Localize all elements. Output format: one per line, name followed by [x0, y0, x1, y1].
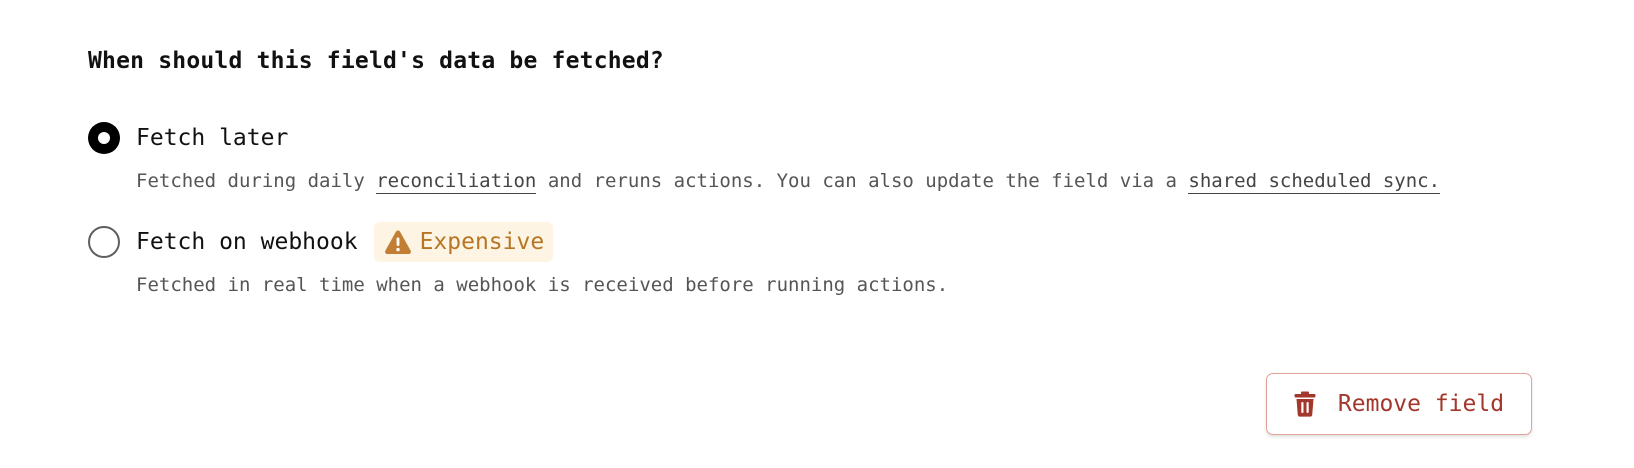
remove-field-label: Remove field	[1337, 391, 1505, 417]
option-label-fetch-later[interactable]: Fetch later	[136, 125, 288, 151]
description-text: Fetched during daily	[136, 170, 377, 192]
badge-label: Expensive	[419, 229, 545, 255]
warning-icon	[384, 229, 412, 255]
description-text: and reruns actions. You can also update …	[536, 170, 1189, 192]
option-fetch-later[interactable]: Fetch later Fetched during daily reconci…	[88, 118, 1441, 194]
option-description-fetch-on-webhook: Fetched in real time when a webhook is r…	[136, 274, 949, 296]
expensive-badge: Expensive	[373, 222, 554, 262]
radio-selected-dot	[98, 132, 110, 144]
remove-field-button[interactable]: Remove field	[1266, 373, 1532, 435]
trash-icon	[1294, 391, 1316, 417]
option-fetch-on-webhook[interactable]: Fetch on webhook Expensive Fetched in re…	[88, 222, 948, 296]
option-description-fetch-later: Fetched during daily reconciliation and …	[136, 170, 1441, 194]
question-heading: When should this field's data be fetched…	[88, 48, 664, 74]
reconciliation-link[interactable]: reconciliation	[376, 170, 537, 194]
radio-fetch-later[interactable]	[88, 122, 120, 154]
radio-fetch-on-webhook[interactable]	[88, 226, 120, 258]
shared-scheduled-sync-link[interactable]: shared scheduled sync.	[1188, 170, 1441, 194]
option-label-fetch-on-webhook[interactable]: Fetch on webhook	[136, 229, 358, 255]
